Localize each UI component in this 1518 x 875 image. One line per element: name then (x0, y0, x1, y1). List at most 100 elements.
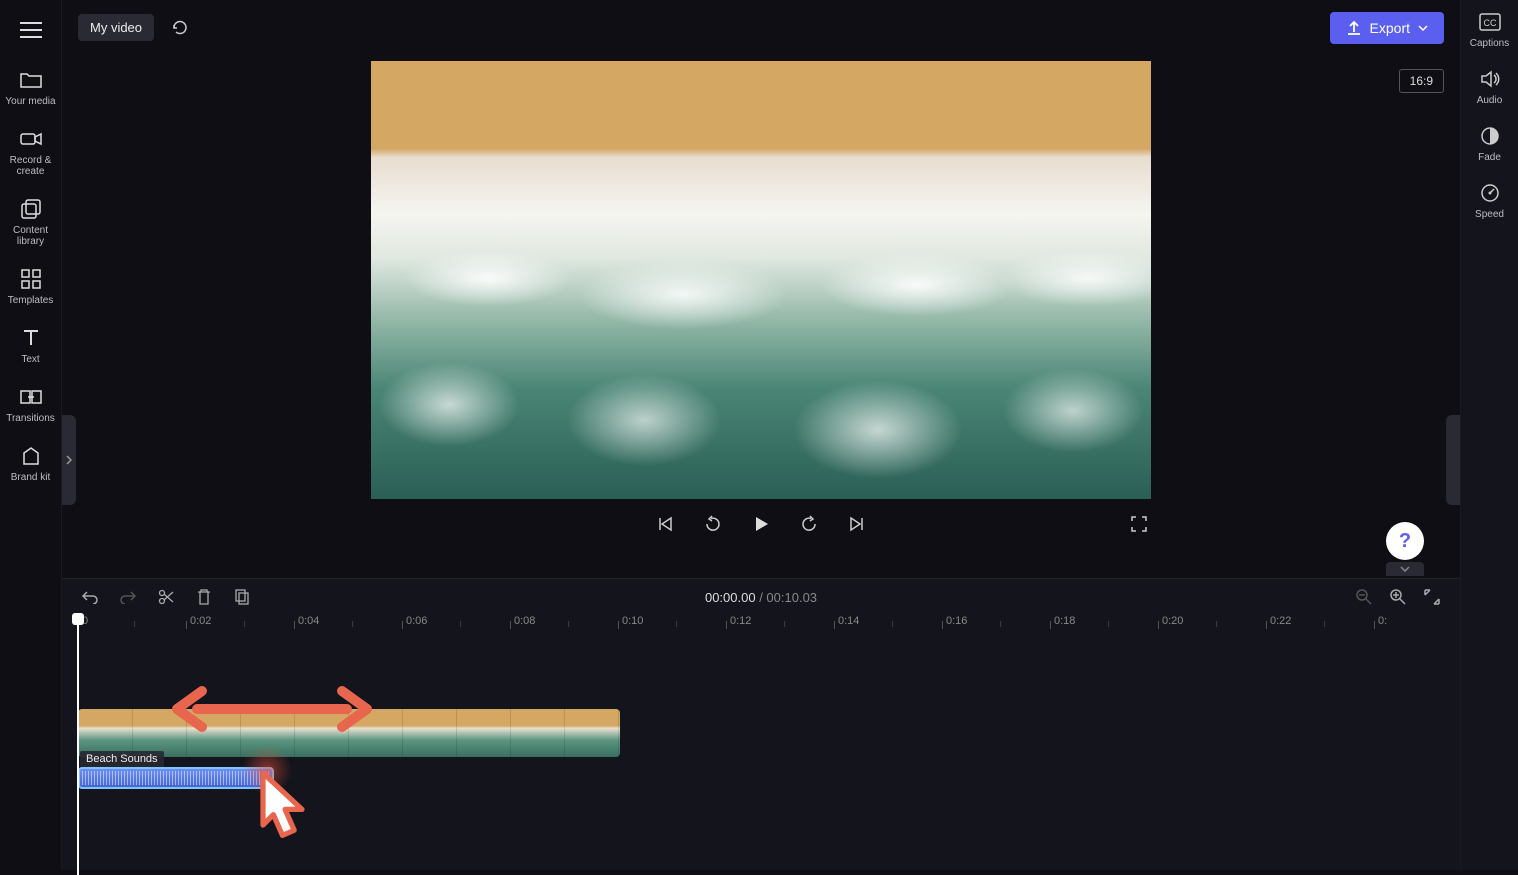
ruler-tick: 0:02 (190, 615, 211, 627)
ruler-tick: 0:04 (298, 615, 319, 627)
export-button[interactable]: Export (1330, 12, 1444, 44)
library-icon (19, 197, 43, 221)
refresh-button[interactable] (166, 14, 194, 42)
sidebar-item-content-library[interactable]: Content library (2, 193, 60, 251)
right-item-speed[interactable]: Speed (1463, 181, 1517, 220)
play-button[interactable] (749, 512, 773, 536)
preview-area: 16:9 ? (62, 55, 1460, 578)
undo-button[interactable] (80, 587, 100, 607)
ruler-tick: 0:06 (406, 615, 427, 627)
zoom-fit-button[interactable] (1422, 587, 1442, 607)
zoom-out-button[interactable] (1354, 587, 1374, 607)
right-item-label: Fade (1478, 152, 1501, 163)
upload-icon (1346, 20, 1362, 36)
audio-clip[interactable] (78, 767, 274, 789)
right-panel-expand[interactable] (1446, 415, 1460, 505)
timeline-ruler[interactable]: 0 0:02 0:04 0:06 0:08 0:10 0:12 0:14 0:1… (62, 615, 1460, 645)
transitions-icon (19, 385, 43, 409)
sidebar-item-label: Templates (8, 295, 54, 306)
chevron-right-icon (66, 455, 72, 465)
text-icon (19, 326, 43, 350)
forward-button[interactable] (797, 512, 821, 536)
zoom-controls (1354, 587, 1442, 607)
rewind-button[interactable] (701, 512, 725, 536)
aspect-ratio-button[interactable]: 16:9 (1399, 69, 1444, 93)
split-button[interactable] (156, 587, 176, 607)
ruler-tick: 0: (1378, 615, 1387, 627)
time-display: 00:00.00 / 00:10.03 (705, 590, 817, 605)
rewind-icon (703, 514, 723, 534)
scissors-icon (158, 589, 174, 605)
main-area: My video Export 16:9 (62, 0, 1460, 870)
video-preview-canvas[interactable] (371, 61, 1151, 499)
undo-icon (81, 590, 99, 604)
sidebar-item-label: Transitions (6, 413, 55, 424)
help-button[interactable]: ? (1386, 522, 1424, 560)
collapse-help-button[interactable] (1386, 562, 1424, 576)
speed-icon (1478, 181, 1502, 205)
help-icon: ? (1399, 530, 1411, 553)
sidebar-item-label: Record & create (2, 155, 60, 177)
sidebar-item-text[interactable]: Text (2, 322, 60, 369)
right-item-fade[interactable]: Fade (1463, 124, 1517, 163)
ruler-tick: 0:22 (1270, 615, 1291, 627)
hamburger-icon (20, 21, 42, 39)
skip-next-icon (848, 515, 866, 533)
ruler-tick: 0:14 (838, 615, 859, 627)
ruler-tick: 0:20 (1162, 615, 1183, 627)
ruler-tick: 0:10 (622, 615, 643, 627)
zoom-out-icon (1355, 588, 1373, 606)
current-time: 00:00.00 (705, 590, 756, 605)
sidebar-item-label: Your media (5, 96, 55, 107)
chevron-down-icon (1418, 25, 1428, 31)
audio-clip-label: Beach Sounds (80, 751, 164, 767)
zoom-in-button[interactable] (1388, 587, 1408, 607)
folder-icon (19, 68, 43, 92)
video-clip[interactable] (78, 709, 620, 757)
ruler-tick: 0:16 (946, 615, 967, 627)
trash-icon (196, 588, 212, 606)
sidebar-item-label: Brand kit (11, 472, 50, 483)
templates-icon (19, 267, 43, 291)
sidebar-item-record-create[interactable]: Record & create (2, 123, 60, 181)
skip-previous-icon (656, 515, 674, 533)
camera-icon (19, 127, 43, 151)
export-label: Export (1370, 20, 1410, 36)
left-panel-expand[interactable] (62, 415, 76, 505)
sidebar-item-brand-kit[interactable]: Brand kit (2, 440, 60, 487)
right-item-captions[interactable]: CC Captions (1463, 10, 1517, 49)
right-item-label: Captions (1470, 38, 1509, 49)
right-item-audio[interactable]: Audio (1463, 67, 1517, 106)
right-sidebar: CC Captions Audio Fade Speed (1460, 0, 1518, 870)
copy-icon (234, 588, 250, 606)
fade-icon (1478, 124, 1502, 148)
redo-icon (119, 590, 137, 604)
total-duration: 00:10.03 (766, 590, 817, 605)
delete-button[interactable] (194, 587, 214, 607)
right-item-label: Speed (1475, 209, 1504, 220)
fit-icon (1423, 588, 1441, 606)
timeline-toolbar: 00:00.00 / 00:10.03 (62, 579, 1460, 615)
skip-start-button[interactable] (653, 512, 677, 536)
playhead[interactable] (77, 615, 79, 875)
top-bar: My video Export (62, 0, 1460, 55)
copy-button[interactable] (232, 587, 252, 607)
redo-button[interactable] (118, 587, 138, 607)
ruler-tick: 0:12 (730, 615, 751, 627)
chevron-down-icon (1400, 566, 1410, 572)
menu-button[interactable] (9, 8, 53, 52)
left-sidebar: Your media Record & create Content libra… (0, 0, 62, 870)
fullscreen-button[interactable] (1127, 512, 1151, 536)
ruler-tick: 0:08 (514, 615, 535, 627)
sidebar-item-transitions[interactable]: Transitions (2, 381, 60, 428)
sidebar-item-label: Text (21, 354, 39, 365)
project-title-input[interactable]: My video (78, 14, 154, 41)
sidebar-item-your-media[interactable]: Your media (2, 64, 60, 111)
skip-end-button[interactable] (845, 512, 869, 536)
brand-kit-icon (19, 444, 43, 468)
sidebar-item-templates[interactable]: Templates (2, 263, 60, 310)
zoom-in-icon (1389, 588, 1407, 606)
right-item-label: Audio (1477, 95, 1503, 106)
forward-icon (799, 514, 819, 534)
svg-text:CC: CC (1483, 18, 1496, 28)
